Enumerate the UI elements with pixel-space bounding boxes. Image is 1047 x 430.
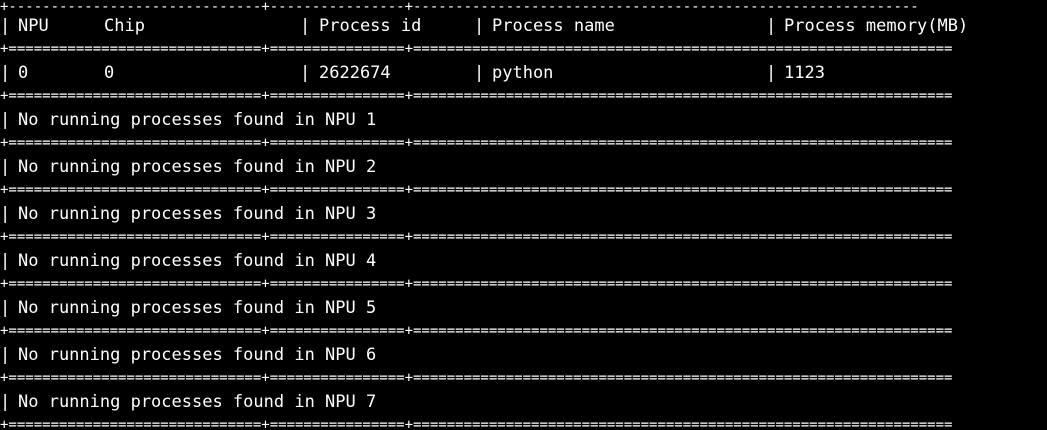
header-chip: Chip [104, 16, 145, 36]
table-border-double: +==============================+========… [0, 371, 953, 385]
row-process-name: python [492, 63, 554, 83]
column-separator: | [766, 16, 777, 36]
column-separator: | [0, 251, 11, 271]
column-separator: | [0, 345, 11, 365]
header-process-id: Process id [319, 16, 422, 36]
header-process-memory: Process memory(MB) [784, 16, 969, 36]
column-separator: | [300, 16, 311, 36]
table-border-double: +==============================+========… [0, 136, 953, 150]
column-separator: | [0, 63, 11, 83]
no-process-message: No running processes found in NPU 5 [18, 298, 377, 318]
table-border-top: +------------------------------+--------… [0, 0, 919, 14]
row-process-id: 2622674 [319, 63, 391, 83]
column-separator: | [0, 16, 11, 36]
no-process-message: No running processes found in NPU 7 [18, 392, 377, 412]
terminal-window: +------------------------------+--------… [0, 0, 1047, 430]
table-border-double: +==============================+========… [0, 324, 953, 338]
no-process-message: No running processes found in NPU 4 [18, 251, 377, 271]
column-separator: | [474, 63, 485, 83]
row-chip: 0 [104, 63, 115, 83]
no-process-message: No running processes found in NPU 2 [18, 157, 377, 177]
column-separator: | [300, 63, 311, 83]
table-border-double: +==============================+========… [0, 42, 953, 56]
column-separator: | [0, 392, 11, 412]
table-border-double: +==============================+========… [0, 277, 953, 291]
table-border-double: +==============================+========… [0, 418, 953, 430]
table-border-double: +==============================+========… [0, 183, 953, 197]
no-process-message: No running processes found in NPU 3 [18, 204, 377, 224]
column-separator: | [0, 298, 11, 318]
header-npu: NPU [18, 16, 49, 36]
column-separator: | [766, 63, 777, 83]
no-process-message: No running processes found in NPU 6 [18, 345, 377, 365]
column-separator: | [0, 110, 11, 130]
row-process-memory: 1123 [784, 63, 825, 83]
no-process-message: No running processes found in NPU 1 [18, 110, 377, 130]
table-border-double: +==============================+========… [0, 230, 953, 244]
column-separator: | [0, 204, 11, 224]
column-separator: | [0, 157, 11, 177]
row-npu: 0 [18, 63, 29, 83]
table-border-double: +==============================+========… [0, 89, 953, 103]
header-process-name: Process name [492, 16, 615, 36]
column-separator: | [474, 16, 485, 36]
